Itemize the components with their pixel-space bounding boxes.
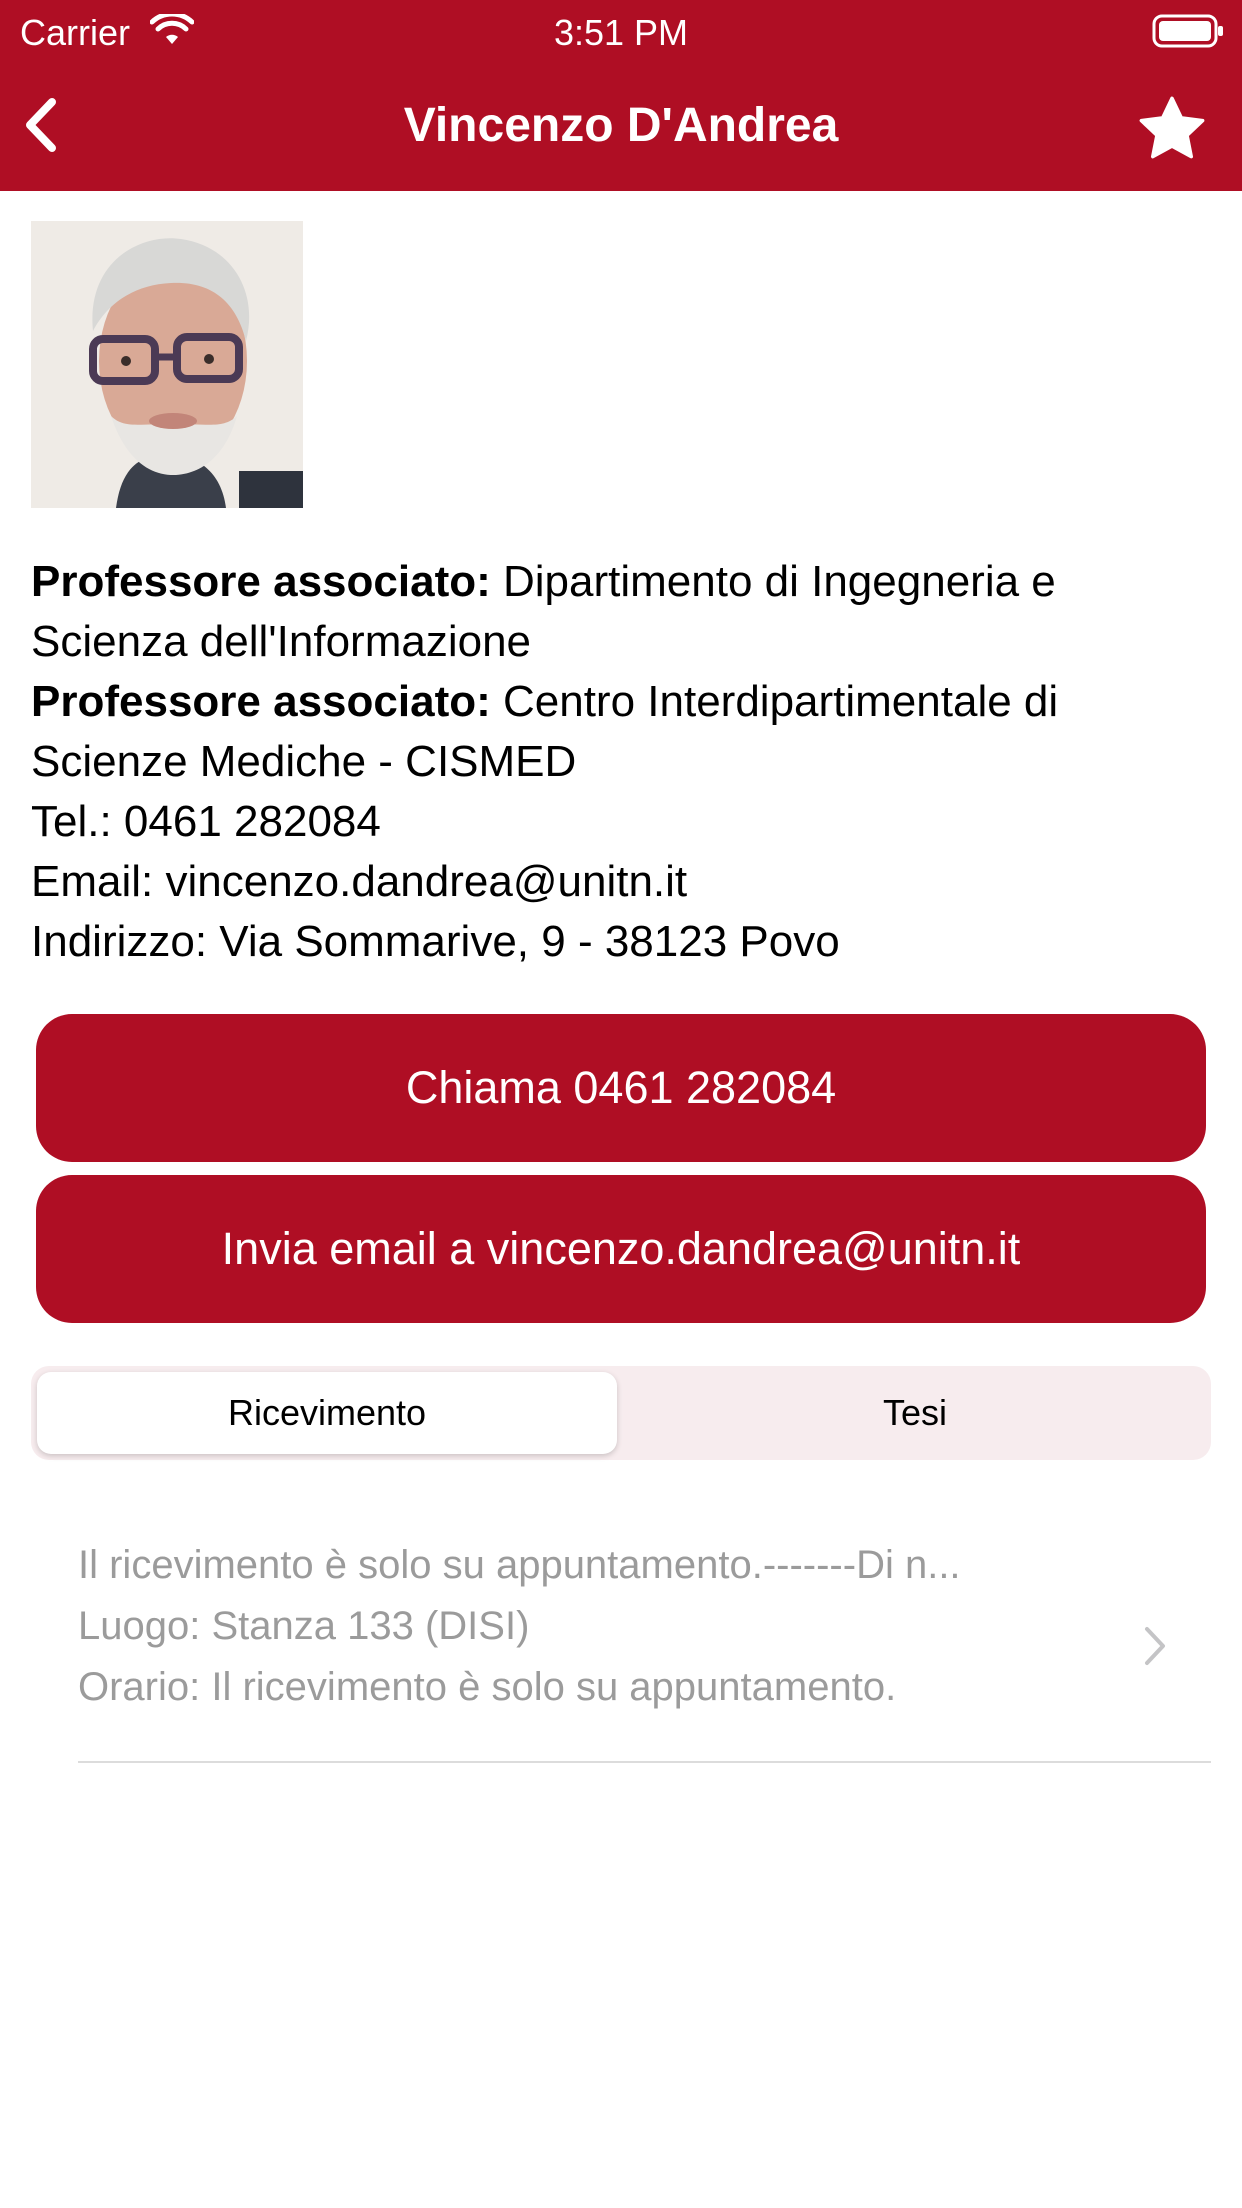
favorite-button[interactable]	[1136, 93, 1208, 165]
role-label: Professore associato:	[31, 557, 491, 606]
profile-photo	[31, 221, 303, 508]
department-name: Centro Interdipartimentale di	[502, 677, 1059, 726]
nav-bar: Carrier 3:51 PM Vincenzo D'Andrea	[0, 0, 1242, 191]
department-name: Dipartimento di Ingegneria e	[502, 557, 1056, 606]
page-title: Vincenzo D'Andrea	[403, 99, 839, 152]
role-line-continuation: Scienza dell'Informazione	[31, 617, 532, 666]
contact-info: Professore associato: Dipartimento di In…	[31, 552, 1211, 972]
send-email-button[interactable]: Invia email a vincenzo.dandrea@unitn.it	[36, 1175, 1206, 1323]
list-item[interactable]: Il ricevimento è solo su appuntamento.--…	[78, 1535, 1211, 1761]
tab-tesi[interactable]: Tesi	[625, 1372, 1205, 1454]
role-line: Professore associato: Dipartimento di In…	[31, 552, 1211, 612]
battery-icon	[1152, 14, 1223, 48]
email-line: Email: vincenzo.dandrea@unitn.it	[31, 857, 688, 906]
tab-ricevimento[interactable]: Ricevimento	[37, 1372, 617, 1454]
role-line-continuation: Scienze Mediche - CISMED	[31, 737, 577, 786]
office-hours-location: Luogo: Stanza 133 (DISI)	[78, 1604, 530, 1648]
tab-control: Ricevimento Tesi	[31, 1366, 1211, 1460]
office-hours-text: Il ricevimento è solo su appuntamento.--…	[78, 1535, 1211, 1718]
call-button[interactable]: Chiama 0461 282084	[36, 1014, 1206, 1162]
phone-line: Tel.: 0461 282084	[31, 797, 381, 846]
role-label: Professore associato:	[31, 677, 491, 726]
star-icon	[1139, 96, 1205, 159]
role-line: Professore associato: Centro Interdipart…	[31, 672, 1211, 732]
address-line: Indirizzo: Via Sommarive, 9 - 38123 Povo	[31, 917, 840, 966]
office-hours-notes: Il ricevimento è solo su appuntamento.--…	[78, 1543, 961, 1587]
status-time: 3:51 PM	[553, 12, 689, 53]
row-divider	[78, 1761, 1211, 1763]
office-hours-schedule: Orario: Il ricevimento è solo su appunta…	[78, 1665, 897, 1709]
chevron-right-icon	[1145, 1627, 1165, 1665]
